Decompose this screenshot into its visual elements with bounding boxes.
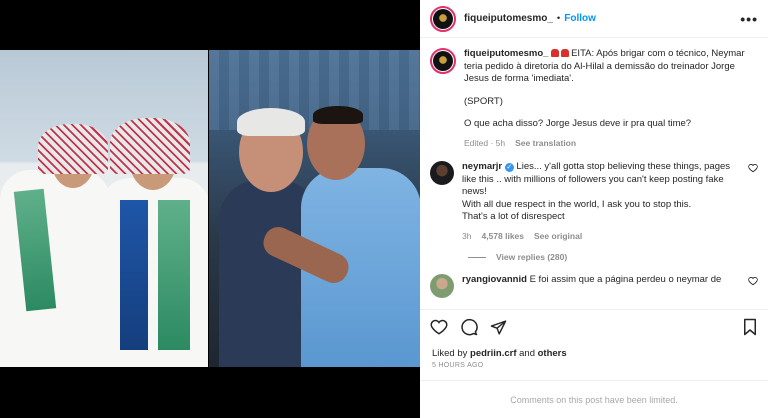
comment-username[interactable]: ryangiovannid [462,274,527,285]
see-translation-button[interactable]: See translation [515,137,576,150]
right-man-ghutra [110,118,190,174]
comment-username[interactable]: neymarjr [462,161,502,172]
comment-text-2: With all due respect in the world, I ask… [462,198,692,210]
post-media[interactable] [0,0,420,418]
post-timestamp[interactable]: 5 HOURS AGO [432,362,484,369]
comment-likes[interactable]: 4,578 likes [481,230,524,243]
comment-icon[interactable] [460,318,478,336]
more-icon[interactable]: ••• [740,11,758,27]
share-icon[interactable] [490,319,507,336]
view-replies-button[interactable]: View replies (280) [420,242,768,262]
liked-by-user[interactable]: pedriin.crf [470,348,516,359]
comment-item: ryangiovannid E foi assim que a página p… [420,262,768,298]
caption-text-2: (SPORT) [464,95,503,107]
see-original-button[interactable]: See original [534,230,582,243]
replies-divider [468,256,486,258]
caption-text-3: O que acha disso? Jorge Jesus deve ir pr… [464,118,692,129]
follow-button[interactable]: Follow [564,13,596,24]
heart-icon[interactable] [430,318,448,336]
bookmark-icon[interactable] [742,318,758,336]
caption: fiqueiputomesmo_ EITA: Após brigar com o… [420,38,768,149]
comments-limited-notice: Comments on this post have been limited. [420,380,768,418]
coach-hair [237,108,305,136]
left-man-ghutra [38,124,108,174]
comment-like-heart-icon[interactable] [748,163,758,173]
commenter-avatar[interactable] [430,161,454,185]
caption-avatar[interactable] [430,48,456,74]
post-header: fiqueiputomesmo_ • Follow ••• [420,0,768,38]
author-username[interactable]: fiqueiputomesmo_ [464,13,553,24]
right-man-robe [100,178,208,367]
photo-left-jesus-neymar-scarves [0,50,208,367]
caption-edited: Edited · 5h [464,137,506,148]
liked-by-others[interactable]: others [538,348,567,359]
right-man-scarf-blue [120,200,148,350]
siren-emoji-icon [551,49,560,57]
author-avatar[interactable] [430,5,456,32]
post-details-panel: fiqueiputomesmo_ • Follow ••• fiqueiputo… [420,0,768,418]
likes-summary: Liked by pedriin.crf and others [432,348,567,359]
view-replies-label: View replies (280) [496,252,568,262]
right-man-scarf-green [158,200,190,350]
comment-text: E foi assim que a página perdeu o neymar… [529,274,722,285]
comments-list[interactable]: fiqueiputomesmo_ EITA: Após brigar com o… [420,38,768,310]
siren-emoji-icon [561,49,570,57]
liked-by-and: and [519,348,535,359]
comment-like-heart-icon[interactable] [748,276,758,286]
comment-text-3: That's a lot of disrespect [462,211,565,222]
caption-username[interactable]: fiqueiputomesmo_ [464,48,548,59]
comment-time: 3h [462,230,472,241]
separator-dot: • [556,13,561,24]
commenter-avatar[interactable] [430,274,454,298]
liked-by-prefix: Liked by [432,348,468,359]
verified-icon: ✓ [504,163,514,172]
action-bar [430,316,758,338]
player-hair [313,106,363,124]
photo-right-jesus-neymar-pitch [209,50,420,367]
comment-text-1: Lies... y'all gotta stop believing these… [462,161,731,197]
comment-item: neymarjr ✓ Lies... y'all gotta stop beli… [420,149,768,242]
